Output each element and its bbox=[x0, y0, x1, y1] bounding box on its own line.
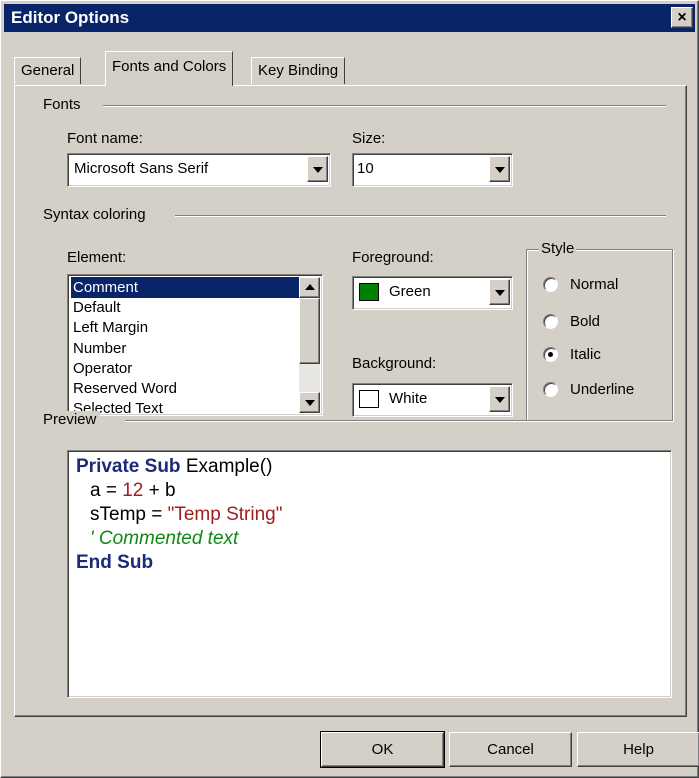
foreground-value: Green bbox=[389, 283, 431, 300]
fonts-group-label: Fonts bbox=[43, 96, 85, 113]
chevron-down-icon[interactable] bbox=[307, 156, 328, 182]
list-item[interactable]: Left Margin bbox=[71, 317, 304, 338]
syntax-group-label: Syntax coloring bbox=[43, 206, 150, 223]
background-swatch bbox=[359, 390, 379, 408]
code-line: ' Commented text bbox=[90, 527, 238, 551]
element-listbox[interactable]: Comment Default Left Margin Number Opera… bbox=[67, 274, 323, 416]
radio-icon[interactable] bbox=[543, 382, 558, 397]
element-label: Element: bbox=[67, 249, 127, 266]
radio-label: Normal bbox=[570, 276, 619, 293]
tab-label: Fonts and Colors bbox=[112, 58, 227, 75]
keyword-text: Private Sub bbox=[76, 456, 181, 477]
radio-label: Underline bbox=[570, 381, 635, 398]
element-scrollbar[interactable] bbox=[299, 277, 320, 413]
chevron-down-icon[interactable] bbox=[489, 156, 510, 182]
title-bar: Editor Options × bbox=[4, 4, 695, 32]
preview-pane: Private Sub Example() a = 12 + b sTemp =… bbox=[67, 450, 672, 698]
fonts-divider bbox=[103, 105, 666, 107]
scroll-down-icon[interactable] bbox=[299, 392, 320, 413]
fonts-and-colors-panel: Fonts Font name: Microsoft Sans Serif Si… bbox=[14, 85, 687, 717]
foreground-swatch bbox=[359, 283, 379, 301]
cancel-button[interactable]: Cancel bbox=[449, 732, 572, 767]
ok-button[interactable]: OK bbox=[320, 731, 445, 768]
font-name-value: Microsoft Sans Serif bbox=[74, 160, 209, 177]
radio-icon[interactable] bbox=[543, 314, 558, 329]
size-label: Size: bbox=[352, 130, 386, 147]
keyword-text: End Sub bbox=[76, 552, 154, 573]
code-line: End Sub bbox=[76, 551, 153, 575]
tab-key-binding[interactable]: Key Binding bbox=[251, 57, 346, 84]
code-text: Example() bbox=[180, 456, 273, 477]
chevron-down-icon[interactable] bbox=[489, 386, 510, 412]
editor-options-window: Editor Options × General Fonts and Color… bbox=[0, 0, 699, 778]
size-value: 10 bbox=[357, 160, 374, 177]
list-item[interactable]: Operator bbox=[71, 358, 304, 379]
preview-group-label: Preview bbox=[43, 411, 101, 428]
list-item[interactable]: Selected Text bbox=[71, 398, 304, 414]
scroll-thumb[interactable] bbox=[299, 298, 320, 364]
foreground-combo[interactable]: Green bbox=[352, 276, 513, 310]
radio-checked-icon[interactable] bbox=[543, 347, 558, 362]
style-group: Style Normal Bold Italic Underline bbox=[526, 240, 673, 421]
tab-label: General bbox=[21, 62, 75, 79]
code-text: sTemp = bbox=[90, 504, 168, 525]
tab-fonts-and-colors[interactable]: Fonts and Colors bbox=[105, 51, 234, 86]
tab-general[interactable]: General bbox=[14, 57, 82, 84]
style-group-label: Style bbox=[539, 240, 577, 258]
code-line: sTemp = "Temp String" bbox=[90, 503, 283, 527]
font-name-label: Font name: bbox=[67, 130, 143, 147]
chevron-down-icon[interactable] bbox=[489, 279, 510, 305]
font-name-combo[interactable]: Microsoft Sans Serif bbox=[67, 153, 331, 187]
list-item[interactable]: Default bbox=[71, 297, 304, 318]
code-text: + b bbox=[143, 480, 176, 501]
comment-text: ' Commented text bbox=[90, 528, 239, 549]
help-button[interactable]: Help bbox=[577, 732, 699, 767]
syntax-divider bbox=[175, 215, 666, 217]
radio-icon[interactable] bbox=[543, 277, 558, 292]
window-title: Editor Options bbox=[11, 8, 130, 27]
code-line: Private Sub Example() bbox=[76, 455, 272, 479]
size-combo[interactable]: 10 bbox=[352, 153, 513, 187]
radio-label: Bold bbox=[570, 313, 601, 330]
code-line: a = 12 + b bbox=[90, 479, 176, 503]
string-text: "Temp String" bbox=[167, 504, 283, 525]
tab-label: Key Binding bbox=[258, 62, 339, 79]
foreground-label: Foreground: bbox=[352, 249, 434, 266]
code-text: a = bbox=[90, 480, 123, 501]
radio-label: Italic bbox=[570, 346, 601, 363]
preview-divider bbox=[125, 420, 666, 422]
scroll-up-icon[interactable] bbox=[299, 277, 320, 298]
background-value: White bbox=[389, 390, 428, 407]
close-icon[interactable]: × bbox=[671, 7, 693, 28]
number-text: 12 bbox=[122, 480, 144, 501]
list-item[interactable]: Number bbox=[71, 338, 304, 359]
list-item[interactable]: Reserved Word bbox=[71, 378, 304, 399]
background-combo[interactable]: White bbox=[352, 383, 513, 417]
background-label: Background: bbox=[352, 355, 437, 372]
list-item[interactable]: Comment bbox=[71, 277, 304, 298]
